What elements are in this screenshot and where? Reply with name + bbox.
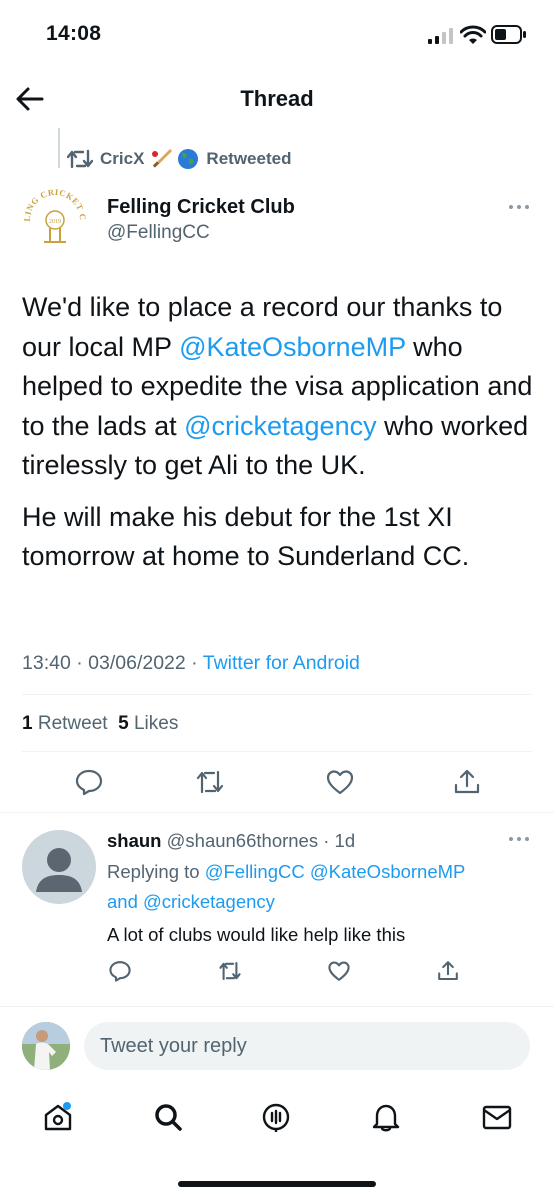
- share-icon[interactable]: [452, 767, 482, 797]
- retweet-count-link[interactable]: 1 Retweet: [22, 713, 108, 734]
- retweeted-label: Retweeted: [206, 149, 292, 168]
- reply-input[interactable]: Tweet your reply: [84, 1022, 530, 1070]
- tweet-metadata: 13:40 · 03/06/2022 · Twitter for Android: [22, 652, 360, 674]
- svg-text:FELLING CRICKET CLUB: FELLING CRICKET CLUB: [20, 184, 88, 222]
- svg-text:2019: 2019: [49, 219, 61, 225]
- tweet-text: We'd like to place a record our thanks t…: [22, 288, 542, 577]
- thread-connector-line: [58, 128, 60, 168]
- retweeted-by[interactable]: CricX Retweeted: [66, 146, 291, 172]
- mention-link[interactable]: @cricketagency: [143, 891, 275, 912]
- replying-to: Replying to @FellingCC @KateOsborneMP and…: [107, 861, 466, 912]
- tweet-time: 13:40: [22, 652, 71, 674]
- cellular-signal-icon: [428, 28, 454, 44]
- reply-input-placeholder: Tweet your reply: [100, 1035, 247, 1057]
- reply-avatar[interactable]: [22, 830, 96, 904]
- spaces-icon[interactable]: [260, 1101, 292, 1133]
- tweet-date: 03/06/2022: [88, 652, 186, 674]
- notifications-icon[interactable]: [370, 1101, 402, 1133]
- author-name[interactable]: Felling Cricket Club: [107, 196, 295, 219]
- mention-link[interactable]: @cricketagency: [184, 411, 376, 441]
- retweet-icon[interactable]: [195, 767, 225, 797]
- reply-icon[interactable]: [108, 959, 132, 983]
- my-avatar[interactable]: [22, 1022, 70, 1070]
- retweet-icon: [66, 149, 94, 169]
- like-icon[interactable]: [327, 959, 351, 983]
- globe-emoji-icon: [178, 149, 199, 169]
- mention-link[interactable]: @KateOsborneMP: [179, 332, 406, 362]
- tweet-stats: 1 Retweet 5 Likes: [22, 713, 178, 735]
- reply-header: shaun @shaun66thornes · 1d: [107, 830, 356, 851]
- retweeter-name: CricX: [100, 149, 145, 168]
- divider: [0, 812, 554, 813]
- mention-link[interactable]: @KateOsborneMP: [310, 861, 466, 882]
- reply-icon[interactable]: [74, 767, 104, 797]
- search-icon[interactable]: [152, 1101, 184, 1133]
- like-count-link[interactable]: 5 Likes: [118, 713, 178, 734]
- home-icon[interactable]: [42, 1101, 74, 1133]
- divider: [22, 694, 532, 695]
- tweet-paragraph-1: We'd like to place a record our thanks t…: [22, 292, 533, 480]
- wifi-icon: [460, 25, 486, 45]
- more-icon[interactable]: [508, 203, 530, 211]
- battery-icon: [491, 25, 527, 45]
- reply-age: 1d: [334, 830, 356, 851]
- club-logo-avatar[interactable]: FELLING CRICKET CLUB 2019: [20, 184, 90, 254]
- home-indicator[interactable]: [178, 1181, 376, 1187]
- mention-link[interactable]: @FellingCC: [205, 861, 305, 882]
- like-icon[interactable]: [325, 767, 355, 797]
- messages-icon[interactable]: [481, 1101, 513, 1133]
- retweet-icon[interactable]: [218, 959, 242, 983]
- more-icon[interactable]: [508, 835, 530, 843]
- author-handle[interactable]: @FellingCC: [107, 222, 210, 244]
- default-avatar-icon: [36, 848, 82, 892]
- tweet-paragraph-2: He will make his debut for the 1st XI to…: [22, 501, 470, 572]
- reply-author-handle[interactable]: @shaun66thornes: [167, 830, 318, 851]
- divider: [0, 1006, 554, 1007]
- page-title: Thread: [240, 86, 314, 111]
- share-icon[interactable]: [436, 959, 460, 983]
- divider: [22, 751, 532, 752]
- tweet-source-link[interactable]: Twitter for Android: [203, 652, 360, 674]
- reply-text: A lot of clubs would like help like this: [107, 924, 406, 945]
- reply-author-name[interactable]: shaun: [107, 830, 161, 851]
- cricket-bat-emoji-icon: [152, 149, 173, 168]
- status-bar-time: 14:08: [46, 22, 102, 45]
